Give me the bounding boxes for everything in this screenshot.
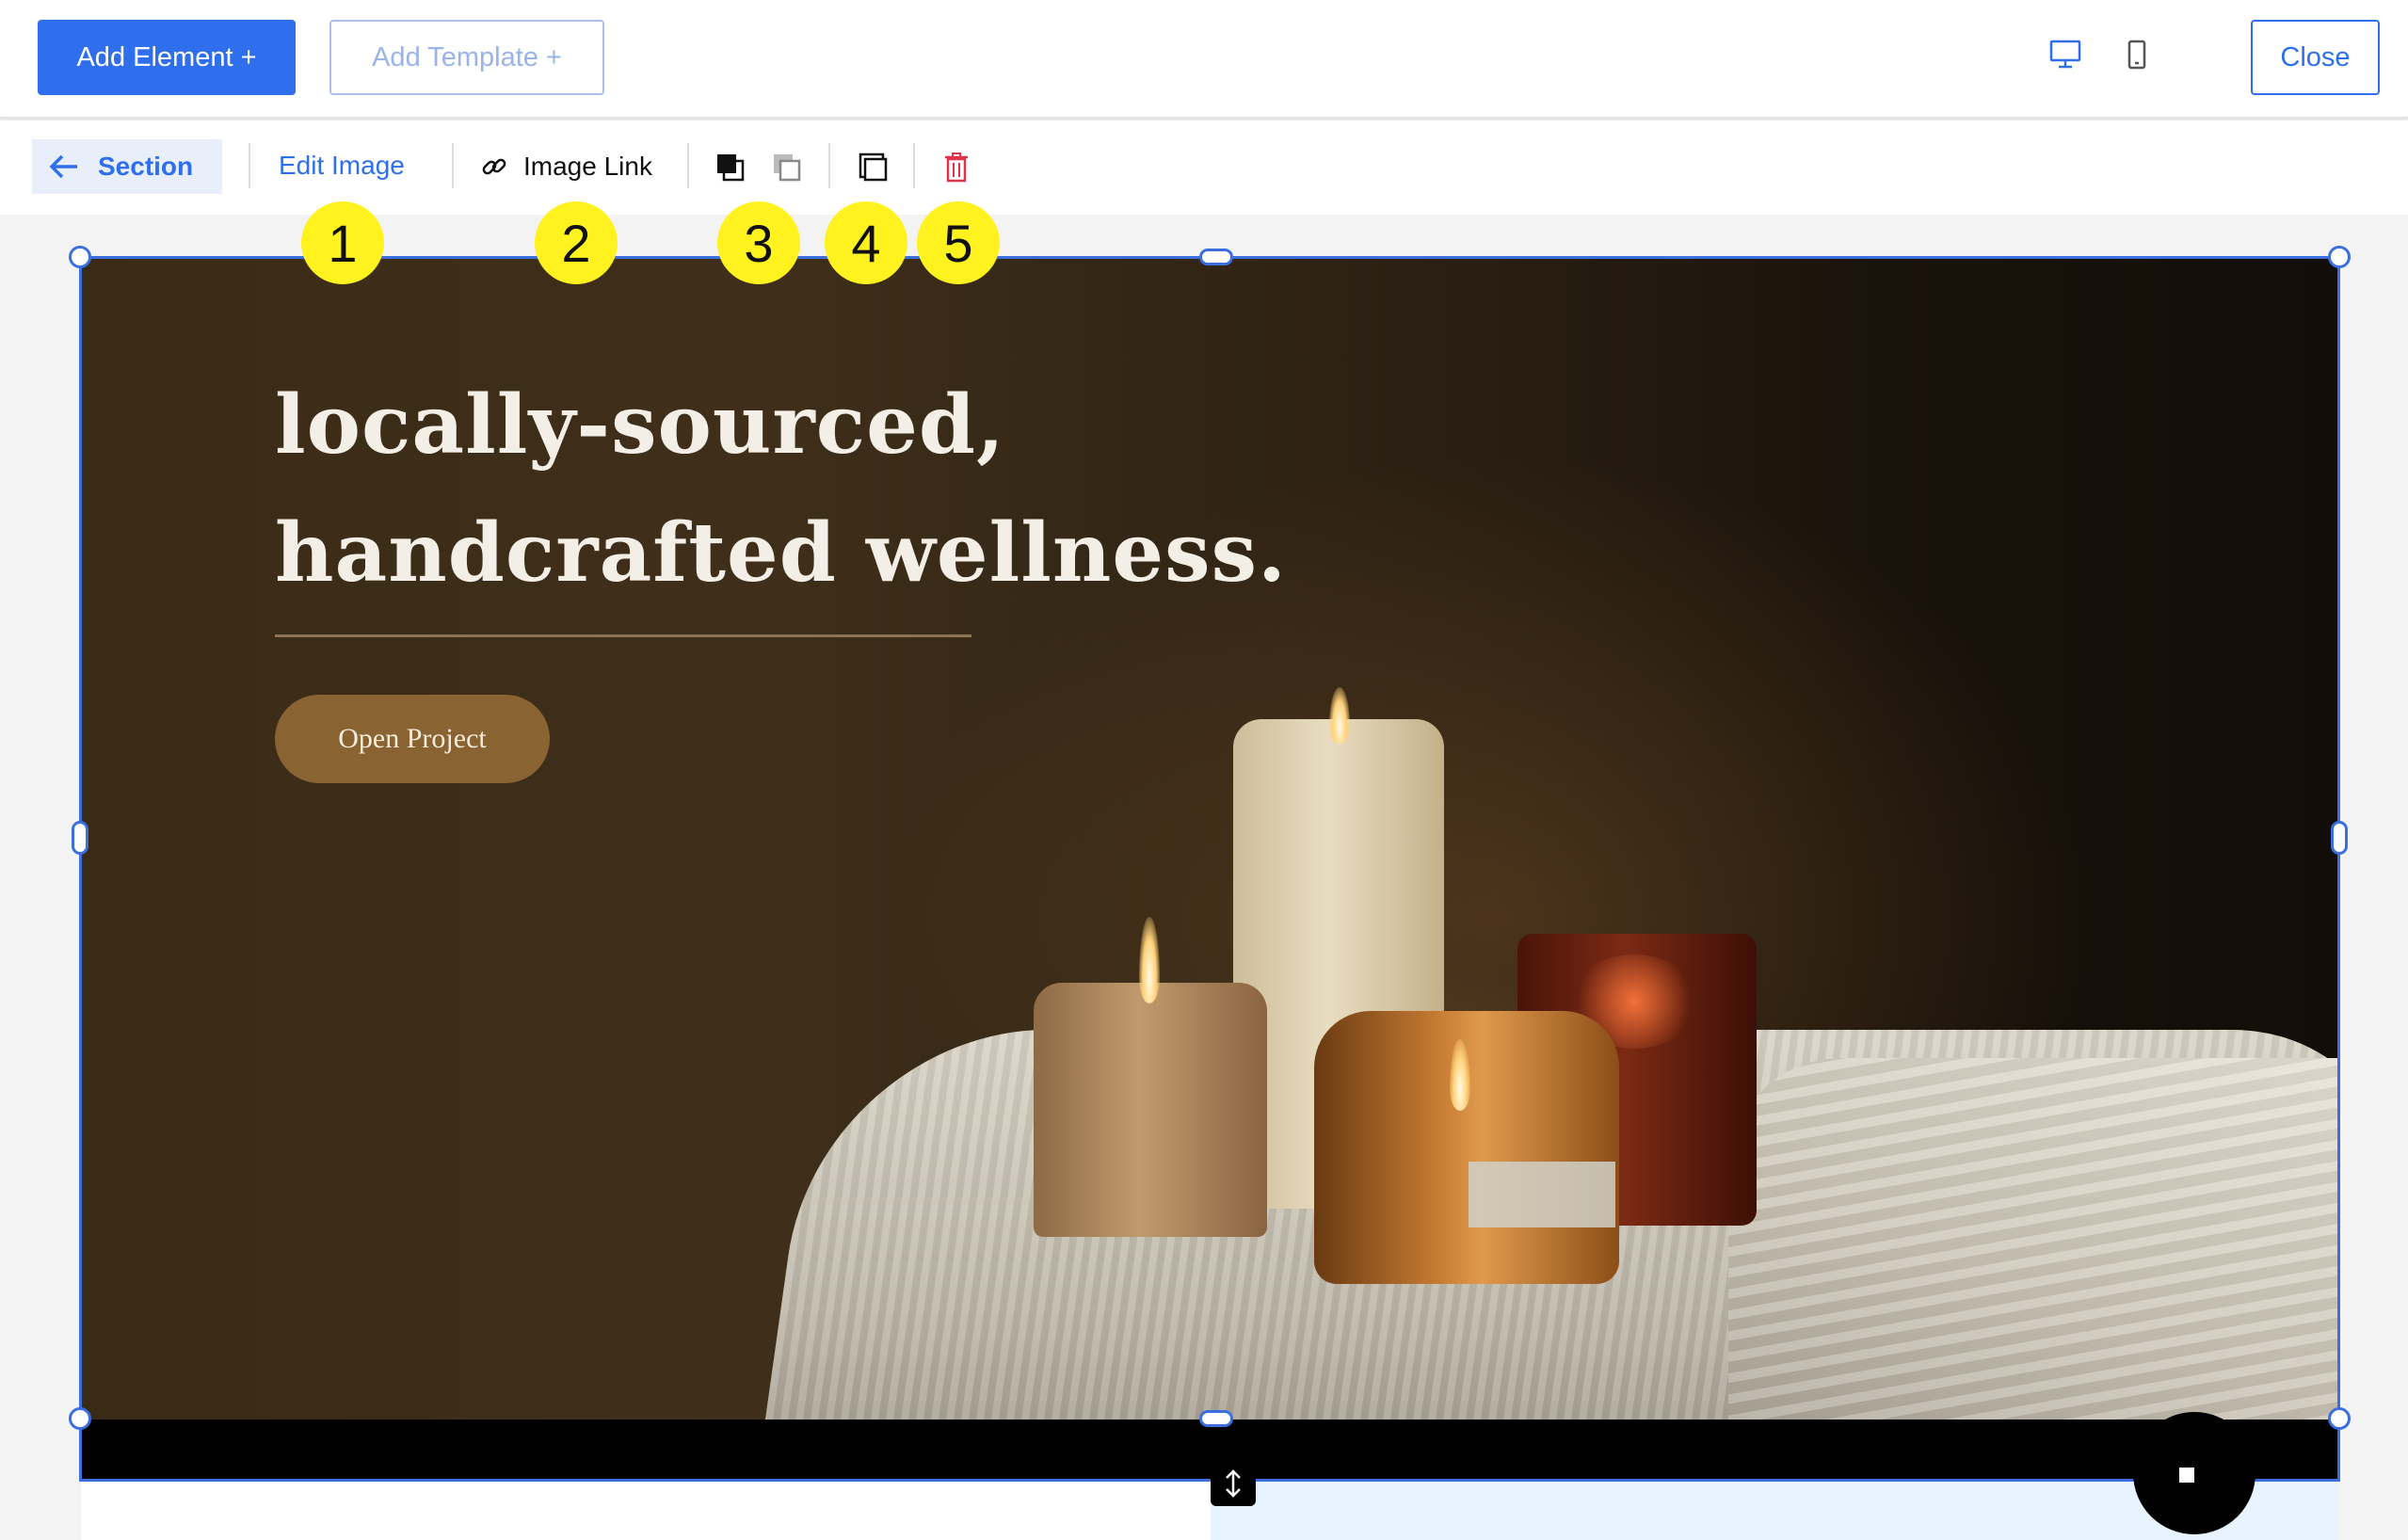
mobile-view-button[interactable] xyxy=(2116,34,2158,75)
section-bottom-band xyxy=(81,1420,2338,1480)
top-bar: Add Element + Add Template + Close xyxy=(0,0,2408,119)
hero-heading-line-1: locally-sourced, xyxy=(275,377,1005,473)
section-height-resize-handle[interactable] xyxy=(1211,1461,1256,1506)
resize-handle-top-right[interactable] xyxy=(2328,246,2351,268)
trash-icon xyxy=(945,152,968,183)
send-backward-button[interactable] xyxy=(768,149,806,186)
annotation-marker-5: 5 xyxy=(917,201,1000,284)
bring-forward-icon xyxy=(717,154,745,182)
bring-forward-button[interactable] xyxy=(712,149,749,186)
toolbar-divider xyxy=(687,143,689,188)
mobile-icon xyxy=(2127,40,2146,70)
section-label: Section xyxy=(98,152,194,181)
add-element-button[interactable]: Add Element + xyxy=(38,20,296,95)
section-back-button[interactable]: Section xyxy=(32,139,222,194)
resize-handle-top-left[interactable] xyxy=(69,246,91,268)
annotation-marker-3: 3 xyxy=(717,201,800,284)
send-backward-icon xyxy=(774,154,801,182)
duplicate-button[interactable] xyxy=(855,149,892,186)
hero-heading-line-2: handcrafted wellness. xyxy=(275,505,1287,601)
resize-handle-left[interactable] xyxy=(72,821,88,855)
desktop-icon xyxy=(2049,40,2081,69)
toolbar-divider xyxy=(828,143,830,188)
close-button[interactable]: Close xyxy=(2251,20,2380,95)
toolbar-divider xyxy=(913,143,915,188)
resize-handle-bottom-left[interactable] xyxy=(69,1407,91,1430)
blanket-image-part xyxy=(1728,1058,2338,1420)
resize-handle-top[interactable] xyxy=(1199,249,1233,265)
back-arrow-icon xyxy=(49,154,77,179)
edit-image-button[interactable]: Edit Image xyxy=(279,151,405,181)
toolbar-divider xyxy=(452,143,454,188)
hero-divider xyxy=(275,634,971,637)
annotation-marker-4: 4 xyxy=(825,201,907,284)
resize-handle-bottom-right[interactable] xyxy=(2328,1407,2351,1430)
next-section-left xyxy=(81,1482,1211,1540)
annotation-marker-2: 2 xyxy=(535,201,618,284)
vertical-resize-icon xyxy=(1226,1469,1241,1498)
toolbar-divider xyxy=(249,143,250,188)
image-link-button[interactable]: Image Link xyxy=(480,145,652,188)
resize-handle-right[interactable] xyxy=(2331,821,2348,855)
delete-button[interactable] xyxy=(938,149,975,186)
resize-handle-bottom[interactable] xyxy=(1199,1410,1233,1427)
image-link-label: Image Link xyxy=(523,152,652,181)
annotation-marker-1: 1 xyxy=(301,201,384,284)
short-candle-image-part xyxy=(1034,983,1267,1237)
desktop-view-button[interactable] xyxy=(2045,34,2086,75)
chat-icon xyxy=(2179,1468,2194,1483)
hero-image[interactable]: locally-sourced, handcrafted wellness. O… xyxy=(81,258,2338,1420)
duplicate-icon xyxy=(859,152,888,182)
link-icon xyxy=(482,158,506,175)
hero-heading: locally-sourced, handcrafted wellness. xyxy=(275,361,1287,618)
flame xyxy=(1329,687,1350,744)
element-toolbar: Section Edit Image Image Link xyxy=(0,120,2408,215)
add-template-button[interactable]: Add Template + xyxy=(329,20,604,95)
floating-action-button[interactable] xyxy=(2133,1412,2255,1534)
open-project-button[interactable]: Open Project xyxy=(275,695,550,783)
flame xyxy=(1139,917,1160,1003)
